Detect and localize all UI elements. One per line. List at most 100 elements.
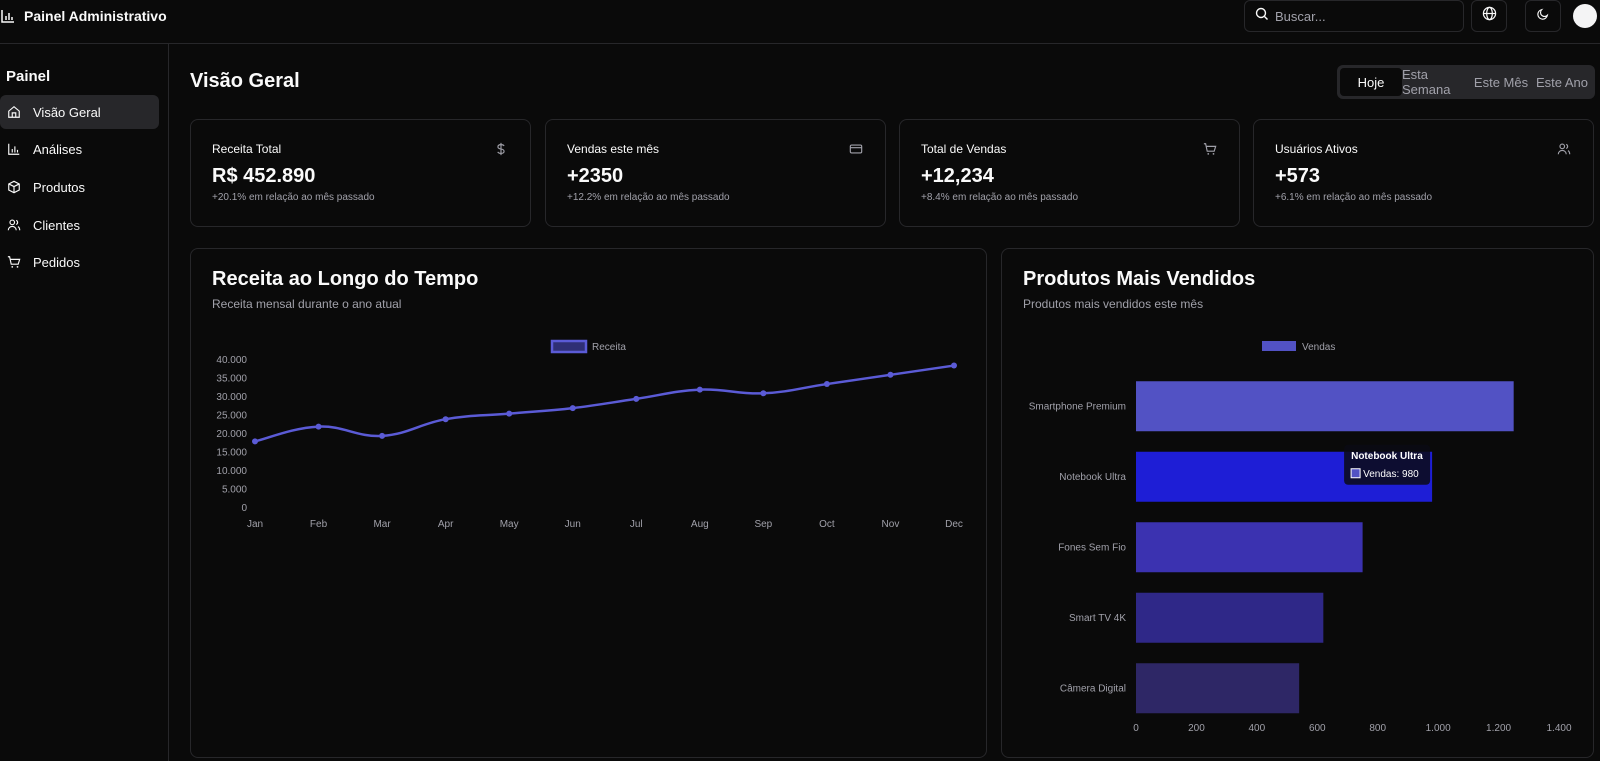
users-icon xyxy=(1557,142,1571,156)
data-point xyxy=(315,423,322,430)
stat-card-usuarios: Usuários Ativos +573 +6.1% em relação ao… xyxy=(1253,119,1594,227)
moon-icon xyxy=(1536,7,1550,26)
stat-change: +8.4% em relação ao mês passado xyxy=(921,192,1079,203)
stat-title: Receita Total xyxy=(212,142,282,156)
x-tick-label: 200 xyxy=(1188,723,1205,734)
products-chart-card: Produtos Mais Vendidos Produtos mais ven… xyxy=(1001,248,1594,758)
x-tick-label: Apr xyxy=(438,519,454,530)
x-tick-label: Jul xyxy=(630,519,643,530)
cart-icon xyxy=(1203,142,1217,156)
data-point xyxy=(887,371,894,378)
search-icon xyxy=(1255,7,1269,26)
sidebar: Painel Visão Geral Análises Produtos Cli… xyxy=(0,44,169,761)
stat-title: Total de Vendas xyxy=(921,142,1007,156)
data-point xyxy=(252,438,258,445)
data-point xyxy=(569,405,576,412)
y-tick-label: 40.000 xyxy=(216,355,247,366)
stat-card-vendas-mes: Vendas este mês +2350 +12.2% em relação … xyxy=(545,119,886,227)
search-box[interactable] xyxy=(1244,0,1464,32)
y-tick-label: Smart TV 4K xyxy=(1069,613,1126,624)
bar xyxy=(1136,381,1514,432)
x-tick-label: 600 xyxy=(1309,723,1326,734)
period-tabs: Hoje Esta Semana Este Mês Este Ano xyxy=(1337,65,1595,99)
sidebar-item-label: Produtos xyxy=(33,179,86,195)
data-point xyxy=(760,390,767,397)
page-title: Visão Geral xyxy=(190,70,300,92)
y-tick-label: Fones Sem Fio xyxy=(1058,542,1126,553)
sidebar-item-label: Pedidos xyxy=(33,254,80,270)
y-tick-label: 5.000 xyxy=(222,485,247,496)
sidebar-heading: Painel xyxy=(6,68,51,85)
y-tick-label: 15.000 xyxy=(216,448,247,459)
sidebar-item-visao-geral[interactable]: Visão Geral xyxy=(0,95,159,129)
stat-card-total-vendas: Total de Vendas +12,234 +8.4% em relação… xyxy=(899,119,1240,227)
sidebar-item-analises[interactable]: Análises xyxy=(0,132,159,166)
legend-swatch xyxy=(1262,341,1296,351)
sidebar-item-pedidos[interactable]: Pedidos xyxy=(0,245,159,279)
data-point xyxy=(506,410,513,417)
tooltip-swatch xyxy=(1350,468,1361,479)
x-tick-label: 1.400 xyxy=(1546,723,1571,734)
theme-toggle-button[interactable] xyxy=(1525,0,1561,32)
y-tick-label: 35.000 xyxy=(216,374,247,385)
products-bar-chart[interactable]: Vendas 0 200 400 600 800 1.000 1.200 1.400 Smartp… xyxy=(1002,249,1595,759)
x-tick-label: Mar xyxy=(373,519,391,530)
home-icon xyxy=(6,105,21,120)
stat-value: +573 xyxy=(1275,165,1321,187)
legend-swatch xyxy=(550,339,588,354)
sidebar-item-label: Visão Geral xyxy=(33,104,101,120)
sidebar-item-clientes[interactable]: Clientes xyxy=(0,208,159,242)
x-tick-label: Aug xyxy=(691,519,709,530)
data-point xyxy=(696,386,703,393)
tab-este-mes[interactable]: Este Mês xyxy=(1470,68,1532,96)
y-tick-label: 0 xyxy=(241,503,247,514)
series-line-receita xyxy=(254,364,955,443)
x-tick-label: 1.200 xyxy=(1486,723,1511,734)
x-tick-label: 400 xyxy=(1249,723,1266,734)
brand[interactable]: Painel Administrativo xyxy=(0,6,167,26)
legend-label: Vendas xyxy=(1302,342,1335,353)
x-tick-label: Feb xyxy=(310,519,328,530)
stat-change: +6.1% em relação ao mês passado xyxy=(1275,192,1433,203)
revenue-chart-card: Receita ao Longo do Tempo Receita mensal… xyxy=(190,248,987,758)
language-button[interactable] xyxy=(1471,0,1507,32)
x-tick-label: 1.000 xyxy=(1426,723,1451,734)
users-icon xyxy=(6,218,21,233)
dollar-icon xyxy=(494,142,508,156)
stat-value: +12,234 xyxy=(921,165,994,187)
stat-card-receita: Receita Total R$ 452.890 +20.1% em relaç… xyxy=(190,119,531,227)
avatar[interactable] xyxy=(1573,4,1597,28)
data-point xyxy=(442,416,449,423)
revenue-line-chart[interactable]: Receita 0 5.000 10.000 15.000 20.000 25.000 30.… xyxy=(191,249,988,759)
bar-chart-icon xyxy=(0,8,16,24)
sidebar-item-produtos[interactable]: Produtos xyxy=(0,170,159,204)
credit-card-icon xyxy=(849,142,863,156)
y-tick-label: 25.000 xyxy=(216,411,247,422)
x-tick-label: Jan xyxy=(247,519,263,530)
y-tick-label: Notebook Ultra xyxy=(1059,472,1126,483)
x-tick-label: Sep xyxy=(754,519,772,530)
stat-title: Vendas este mês xyxy=(567,142,660,156)
tab-esta-semana[interactable]: Esta Semana xyxy=(1402,67,1470,97)
stat-value: R$ 452.890 xyxy=(212,165,316,187)
data-point xyxy=(633,395,640,402)
data-point xyxy=(951,362,957,369)
data-point xyxy=(379,432,386,439)
top-bar: Painel Administrativo xyxy=(0,0,1600,44)
y-tick-label: 30.000 xyxy=(216,392,247,403)
x-tick-label: Oct xyxy=(819,519,835,530)
app-title: Painel Administrativo xyxy=(24,8,167,24)
stat-change: +12.2% em relação ao mês passado xyxy=(567,192,730,203)
data-point xyxy=(823,381,830,388)
legend-label: Receita xyxy=(592,342,626,353)
x-tick-label: Jun xyxy=(565,519,581,530)
tab-hoje[interactable]: Hoje xyxy=(1340,68,1402,96)
bar xyxy=(1136,522,1363,573)
x-tick-label: May xyxy=(500,519,519,530)
sidebar-item-label: Clientes xyxy=(33,217,80,233)
tooltip-title: Notebook Ultra xyxy=(1351,451,1423,462)
tab-este-ano[interactable]: Este Ano xyxy=(1532,68,1592,96)
y-tick-label: Câmera Digital xyxy=(1060,683,1126,694)
x-tick-label: Dec xyxy=(945,519,963,530)
search-input[interactable] xyxy=(1275,8,1455,24)
